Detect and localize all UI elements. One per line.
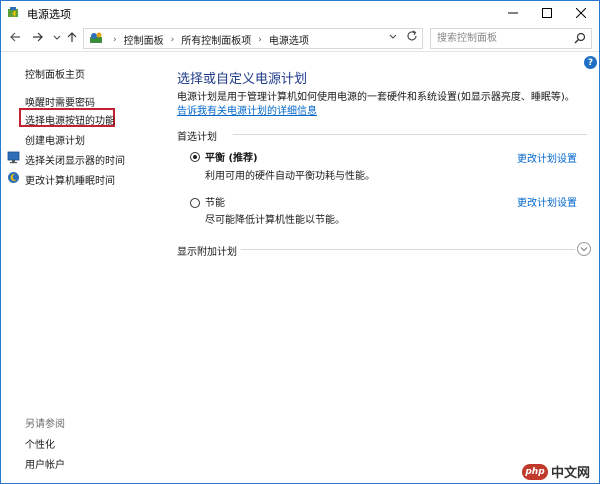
change-plan-settings-link-balanced[interactable]: 更改计划设置 xyxy=(517,150,577,165)
window: 电源选项 › 控制面板 › 所有控制面板项 › 电源选项 搜索控制面板 ? 控制… xyxy=(0,0,600,484)
sidebar-link-create-plan[interactable]: 创建电源计划 xyxy=(25,132,85,147)
learn-more-link[interactable]: 告诉我有关电源计划的详细信息 xyxy=(177,106,317,117)
preferred-plans-heading: 首选计划 xyxy=(177,132,217,143)
plan-name-power-saver[interactable]: 节能 xyxy=(205,194,225,209)
watermark-text: 中文网 xyxy=(551,466,591,481)
window-title: 电源选项 xyxy=(27,8,71,21)
radio-power-saver[interactable] xyxy=(190,198,200,208)
control-panel-icon xyxy=(90,32,102,43)
title-bar[interactable]: 电源选项 xyxy=(1,1,599,25)
arrow-up-icon xyxy=(67,32,77,42)
minimize-icon xyxy=(508,12,518,14)
maximize-button[interactable] xyxy=(530,1,564,25)
power-options-icon xyxy=(8,7,18,18)
chevron-down-icon xyxy=(580,247,588,252)
breadcrumb-all-items[interactable]: 所有控制面板项 xyxy=(181,32,251,47)
sidebar-link-display-off[interactable]: 选择关闭显示器的时间 xyxy=(25,152,125,167)
radio-balanced[interactable] xyxy=(190,152,200,162)
breadcrumb-control-panel[interactable]: 控制面板 xyxy=(124,32,164,47)
search-input[interactable] xyxy=(437,31,567,45)
back-button[interactable] xyxy=(7,29,23,45)
arrow-right-icon xyxy=(33,32,43,42)
breadcrumb-separator[interactable]: › xyxy=(258,35,262,45)
page-description: 电源计划是用于管理计算机如何使用电源的一套硬件和系统设置(如显示器亮度、睡眠等)… xyxy=(177,91,587,119)
chevron-down-icon xyxy=(389,34,397,39)
close-icon xyxy=(576,8,586,18)
help-icon[interactable]: ? xyxy=(584,56,597,69)
search-box[interactable] xyxy=(430,28,592,49)
see-also-heading: 另请参阅 xyxy=(25,419,65,430)
divider xyxy=(233,134,587,135)
change-plan-settings-link-power-saver[interactable]: 更改计划设置 xyxy=(517,194,577,209)
minimize-button[interactable] xyxy=(496,1,530,25)
monitor-icon xyxy=(7,151,20,164)
forward-button[interactable] xyxy=(30,29,46,45)
divider xyxy=(241,249,575,250)
plan-desc-power-saver: 尽可能降低计算机性能以节能。 xyxy=(205,215,345,226)
chevron-down-icon xyxy=(53,35,61,40)
watermark: php 中文网 xyxy=(522,462,590,481)
refresh-icon xyxy=(407,30,417,41)
watermark-logo: php xyxy=(522,463,548,480)
sidebar-link-sleep-time[interactable]: 更改计算机睡眠时间 xyxy=(25,172,115,187)
sidebar-link-user-accounts[interactable]: 用户帐户 xyxy=(25,456,65,471)
refresh-button[interactable] xyxy=(406,30,418,45)
arrow-left-icon xyxy=(10,32,20,42)
page-title: 选择或自定义电源计划 xyxy=(177,72,308,87)
navigation-bar: › 控制面板 › 所有控制面板项 › 电源选项 xyxy=(1,25,599,52)
expand-button[interactable] xyxy=(577,242,591,256)
sidebar-link-power-button[interactable]: 选择电源按钮的功能 xyxy=(25,112,115,127)
sidebar-link-wake-password[interactable]: 唤醒时需要密码 xyxy=(25,94,95,109)
plan-desc-balanced: 利用可用的硬件自动平衡功耗与性能。 xyxy=(205,171,375,182)
plan-name-balanced[interactable]: 平衡 (推荐) xyxy=(205,149,258,164)
breadcrumb: › 控制面板 › 所有控制面板项 › 电源选项 xyxy=(106,32,309,48)
sidebar-link-personalization[interactable]: 个性化 xyxy=(25,436,55,451)
recent-locations-button[interactable] xyxy=(49,29,65,45)
search-icon[interactable] xyxy=(574,32,586,44)
breadcrumb-power-options[interactable]: 电源选项 xyxy=(269,32,309,47)
sidebar-home-link[interactable]: 控制面板主页 xyxy=(25,66,85,81)
close-button[interactable] xyxy=(564,1,598,25)
up-button[interactable] xyxy=(64,29,80,45)
maximize-icon xyxy=(542,8,552,18)
sleep-moon-icon xyxy=(8,172,19,183)
description-text: 电源计划是用于管理计算机如何使用电源的一套硬件和系统设置(如显示器亮度、睡眠等)… xyxy=(177,92,575,103)
address-dropdown-button[interactable] xyxy=(389,32,397,42)
address-bar[interactable]: › 控制面板 › 所有控制面板项 › 电源选项 xyxy=(83,28,423,49)
breadcrumb-separator[interactable]: › xyxy=(171,35,175,45)
breadcrumb-separator: › xyxy=(113,34,117,45)
additional-plans-heading[interactable]: 显示附加计划 xyxy=(177,243,237,258)
